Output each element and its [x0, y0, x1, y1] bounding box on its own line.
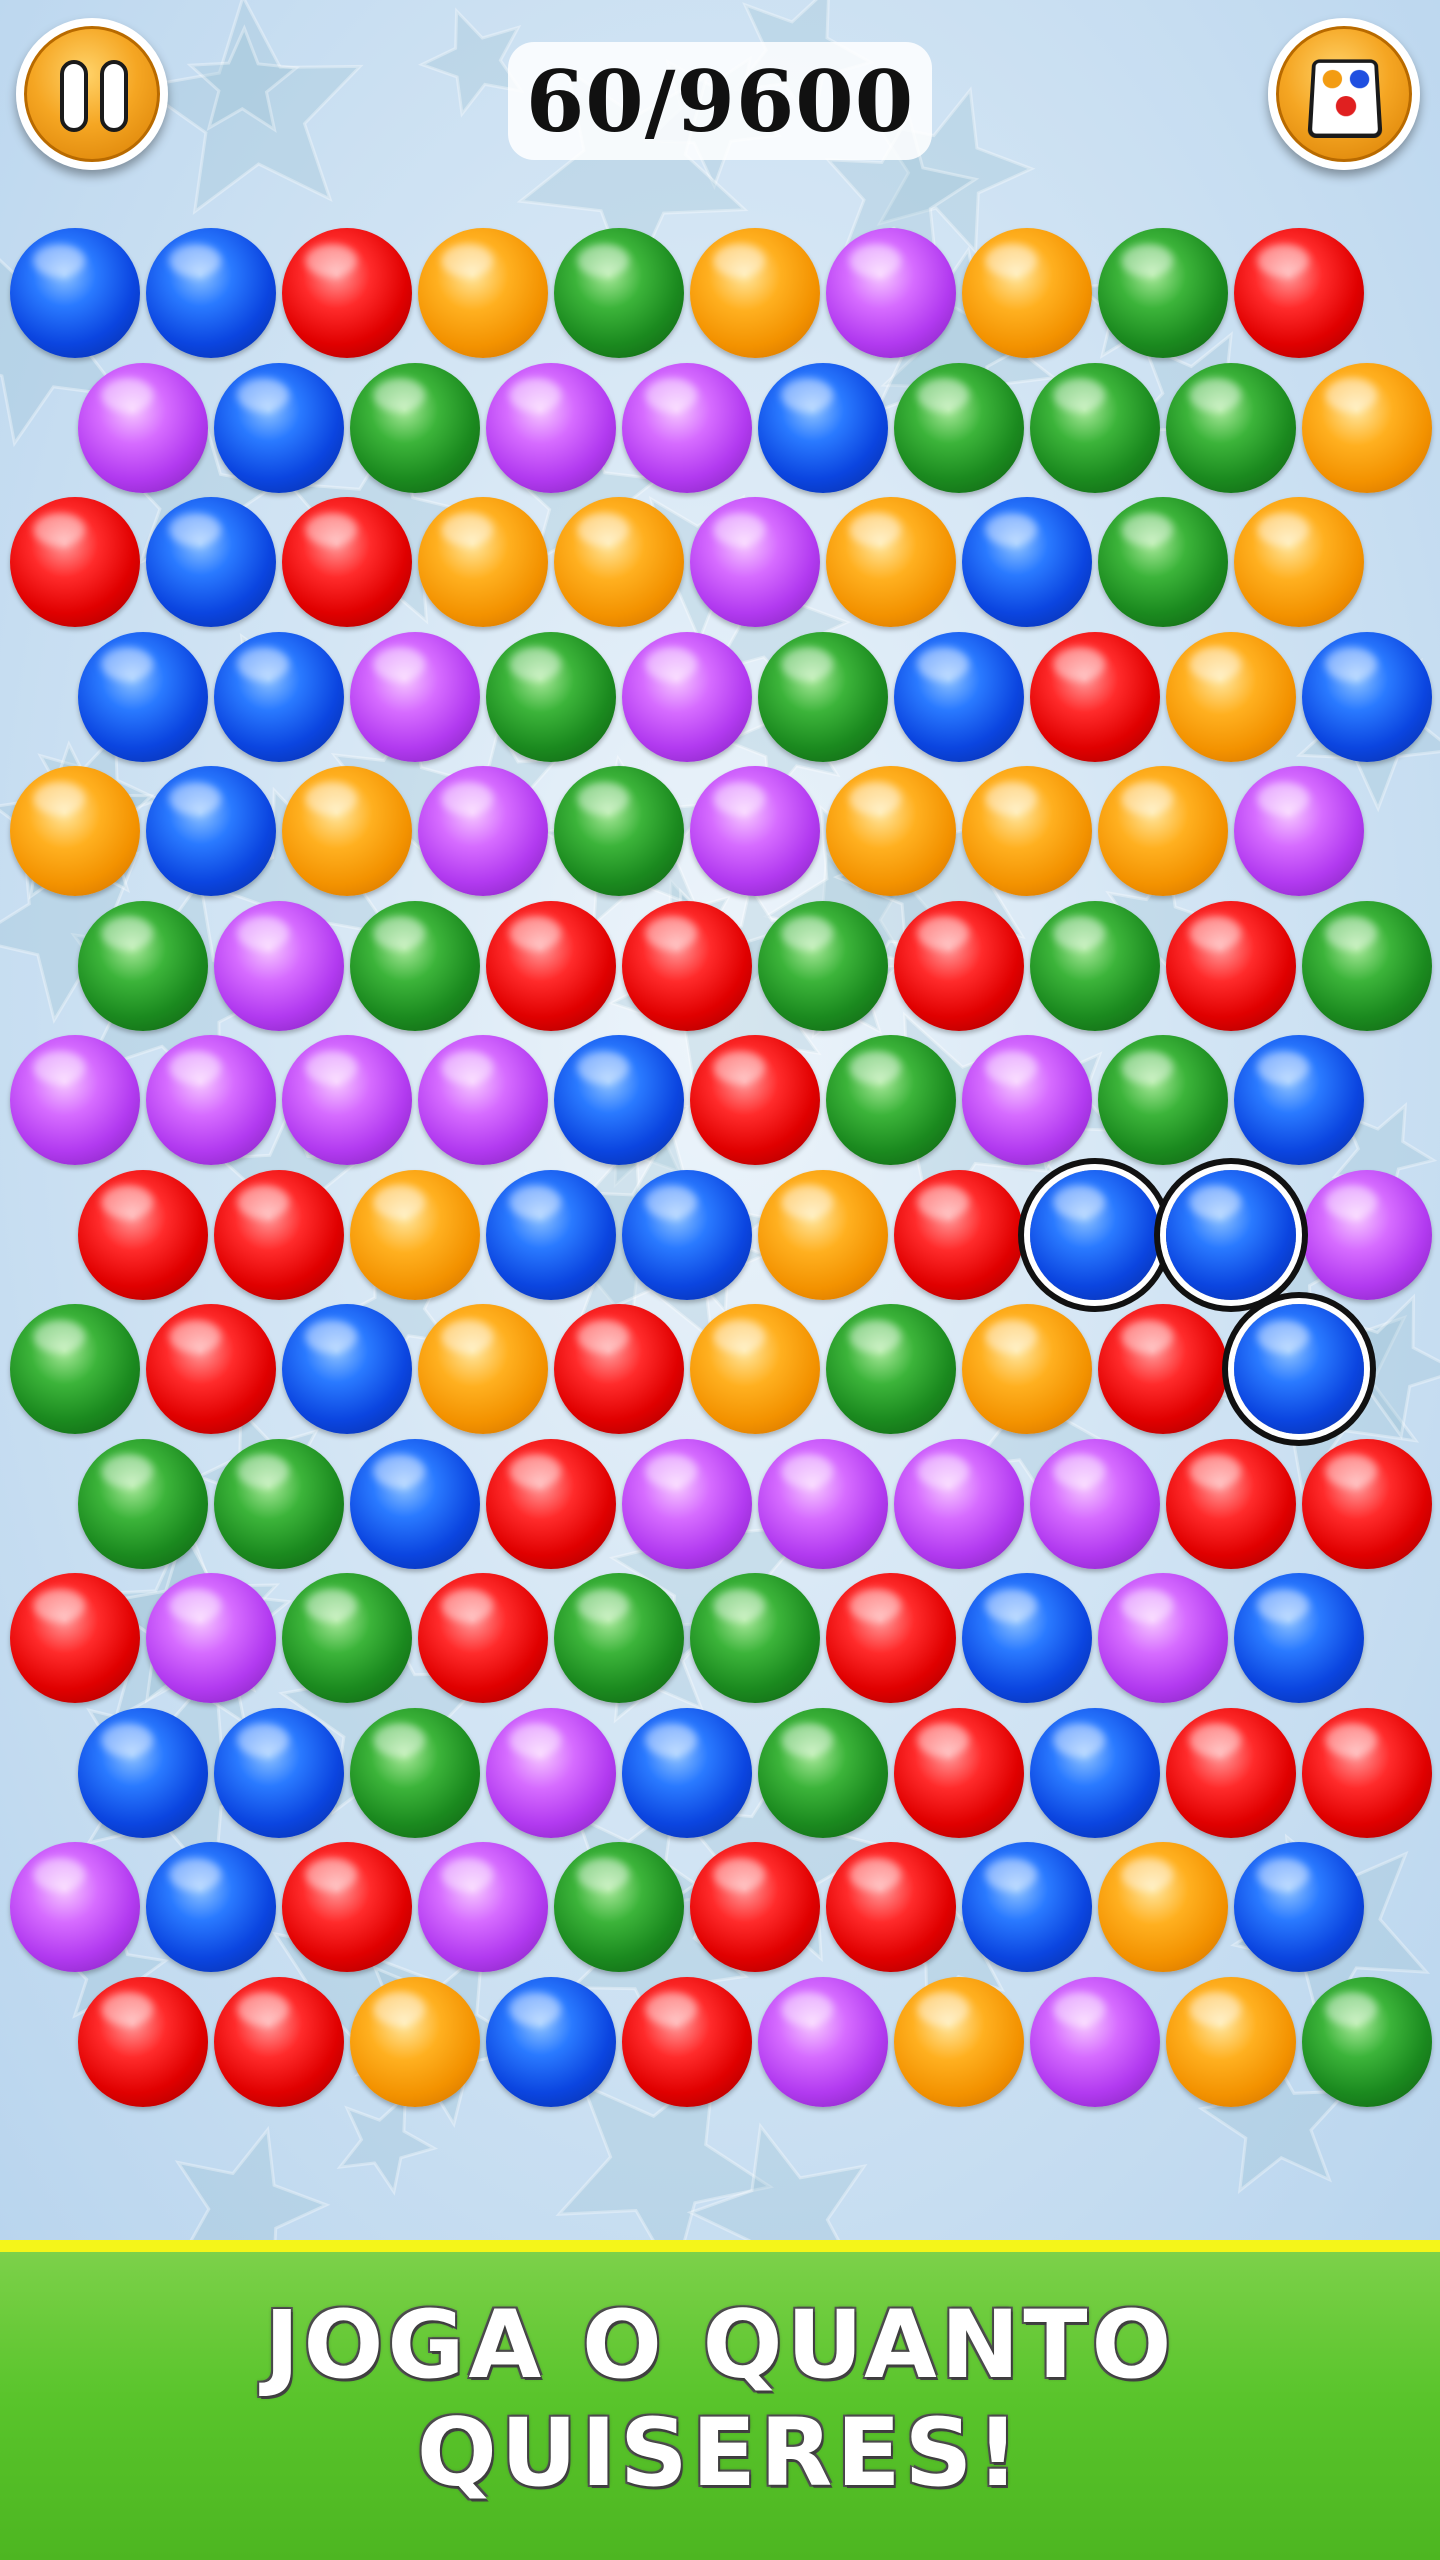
bubble-board[interactable]: [0, 0, 1440, 2240]
blue-bubble[interactable]: [1166, 1169, 1296, 1300]
blue-bubble[interactable]: [1030, 1169, 1160, 1300]
selection-links: [1095, 1223, 1309, 1374]
banner-divider: [0, 2240, 1440, 2252]
banner-text: JOGA O QUANTO QUISERES!: [0, 2292, 1440, 2508]
banner-line-2: QUISERES!: [416, 2399, 1024, 2508]
game-field: [0, 0, 1440, 2240]
banner-line-1: JOGA O QUANTO: [264, 2291, 1176, 2400]
blue-bubble[interactable]: [1234, 1304, 1364, 1434]
promo-banner: JOGA O QUANTO QUISERES!: [0, 2240, 1440, 2560]
